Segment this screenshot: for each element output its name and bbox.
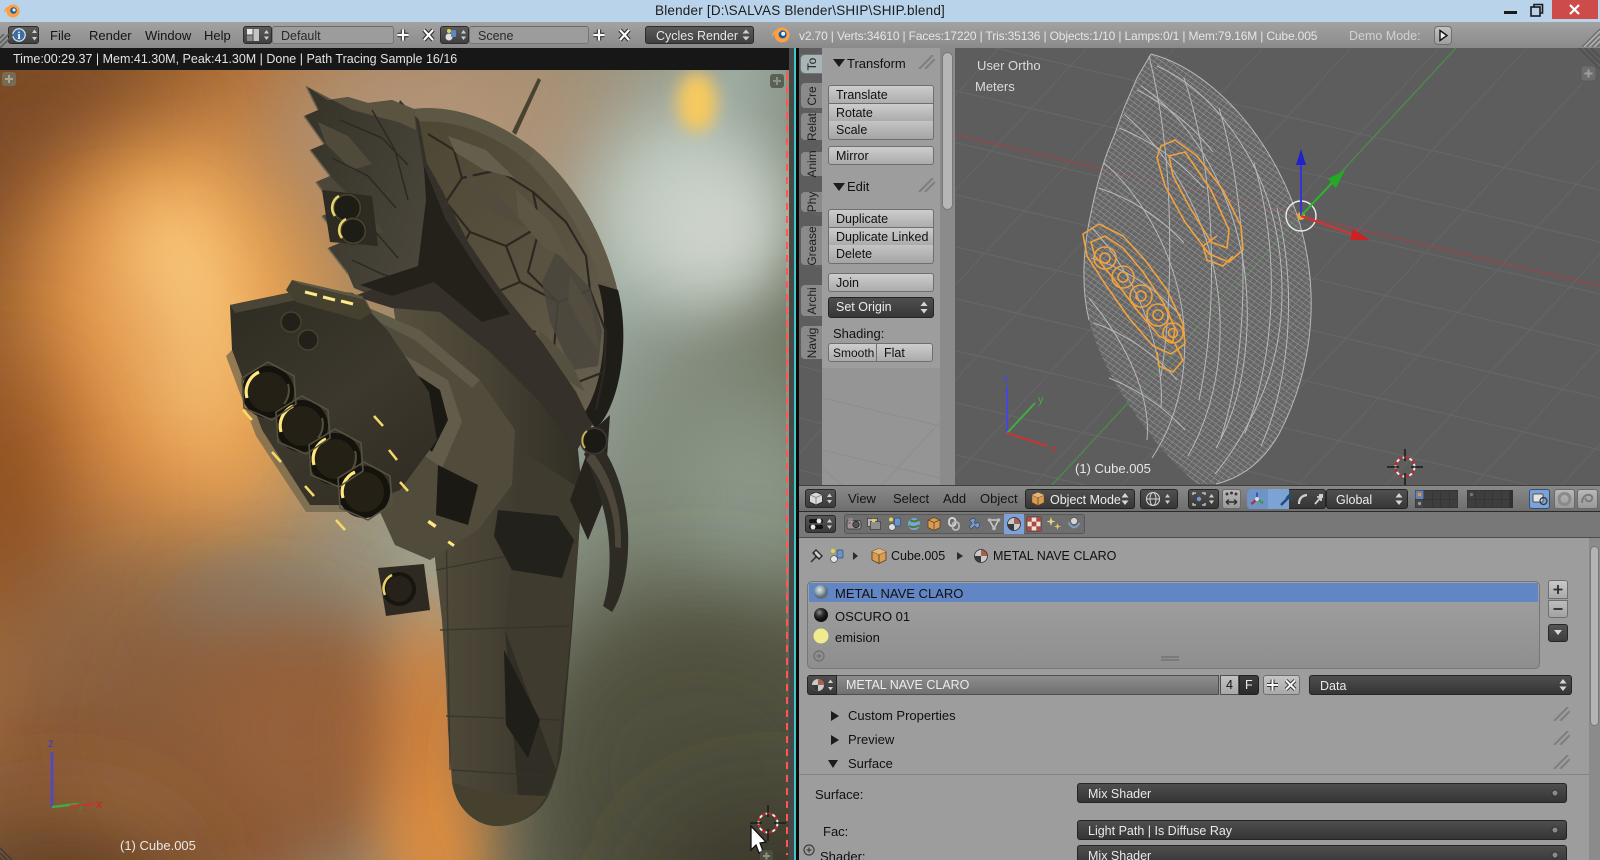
svg-text:y: y: [1038, 394, 1044, 406]
svg-text:User Ortho: User Ortho: [977, 58, 1041, 73]
svg-text:x: x: [96, 797, 102, 811]
svg-text:z: z: [48, 736, 54, 750]
svg-text:(1) Cube.005: (1) Cube.005: [1075, 461, 1151, 476]
svg-text:x: x: [1051, 443, 1057, 455]
svg-text:i: i: [17, 30, 20, 42]
svg-text:Meters: Meters: [975, 79, 1015, 94]
svg-text:(1) Cube.005: (1) Cube.005: [120, 838, 196, 853]
svg-text:z: z: [1003, 373, 1009, 385]
